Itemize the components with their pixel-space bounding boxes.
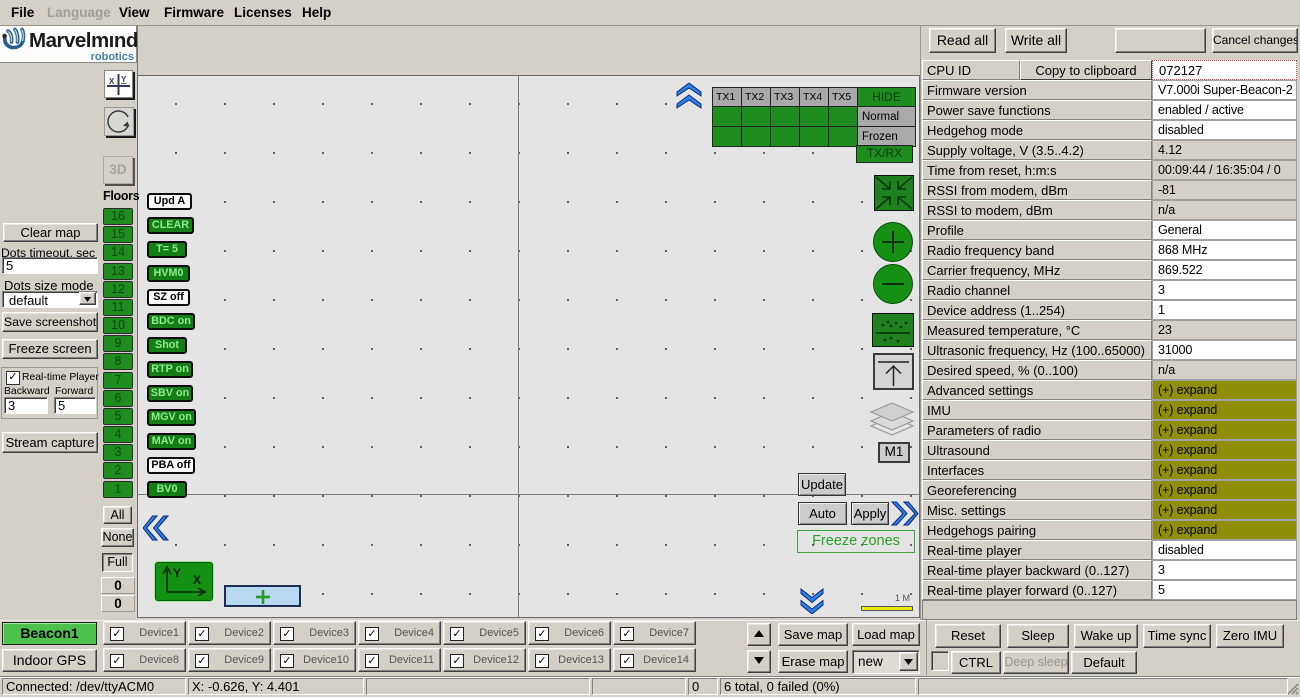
svg-text:X: X xyxy=(109,77,115,86)
svg-text:X: X xyxy=(193,573,201,587)
svg-text:Y: Y xyxy=(121,75,127,84)
svg-text:Y: Y xyxy=(173,566,181,580)
